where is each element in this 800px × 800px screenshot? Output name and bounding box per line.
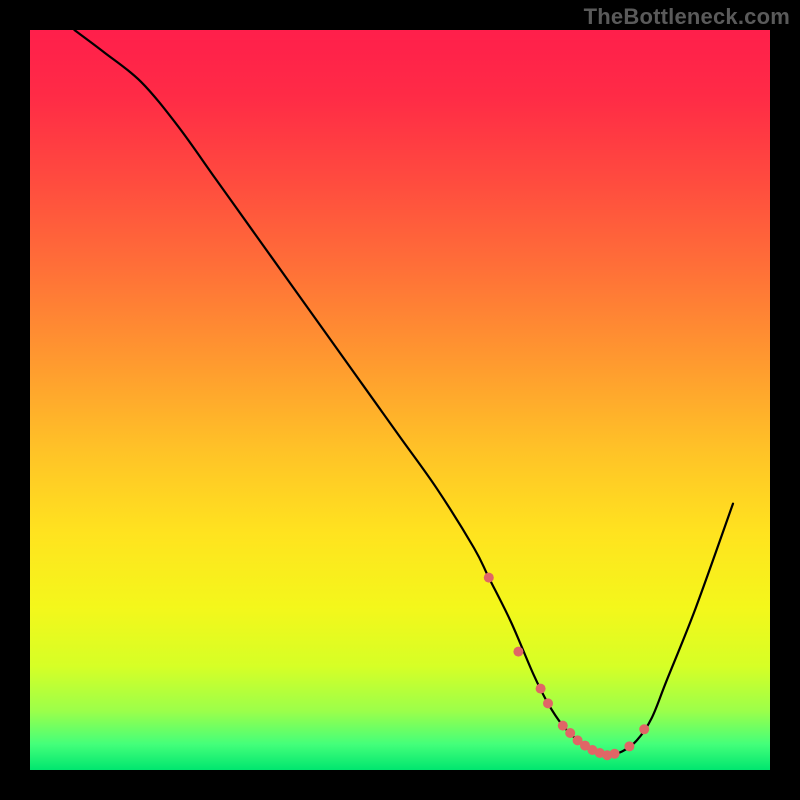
optimum-dot bbox=[624, 741, 634, 751]
gradient-background bbox=[30, 30, 770, 770]
optimum-dot bbox=[639, 724, 649, 734]
optimum-dot bbox=[565, 728, 575, 738]
optimum-dot bbox=[610, 749, 620, 759]
optimum-dot bbox=[558, 721, 568, 731]
optimum-dot bbox=[513, 647, 523, 657]
optimum-dot bbox=[543, 698, 553, 708]
chart-frame: TheBottleneck.com bbox=[0, 0, 800, 800]
optimum-dot bbox=[484, 573, 494, 583]
bottleneck-curve-chart bbox=[0, 0, 800, 800]
optimum-dot bbox=[536, 684, 546, 694]
